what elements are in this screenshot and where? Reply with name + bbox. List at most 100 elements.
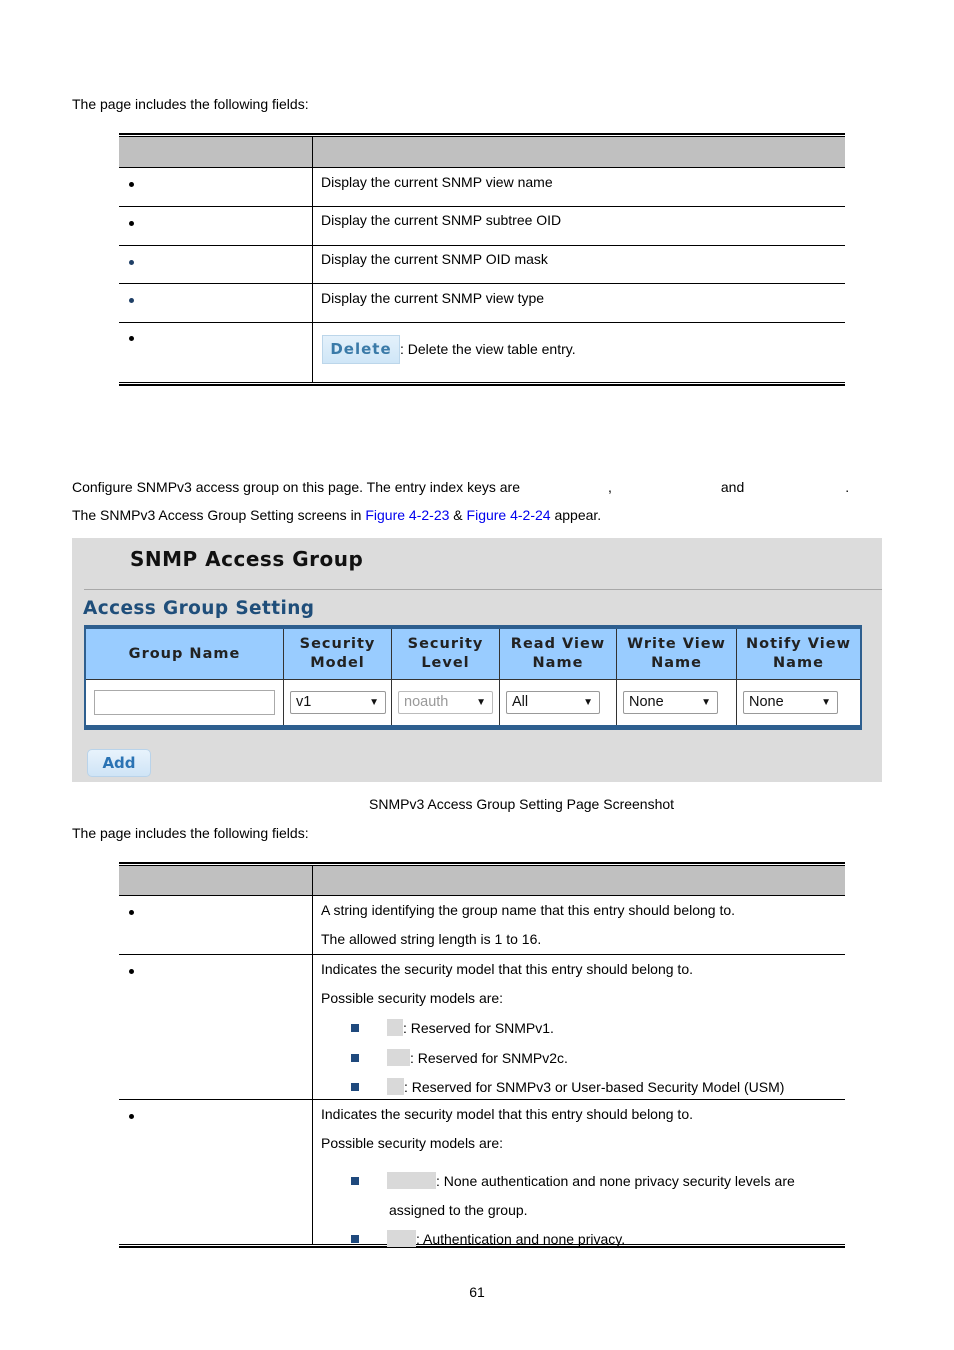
header-security-model: Security Model [284, 629, 392, 679]
header-text: Read View [510, 636, 606, 652]
header-object [119, 137, 313, 167]
list-item: : Reserved for SNMPv1. [321, 1019, 845, 1037]
table-row: Display the current SNMP OID mask [119, 246, 845, 284]
redacted-term [387, 1078, 404, 1095]
header-text: Security [299, 636, 376, 652]
bullet-icon [129, 182, 134, 187]
group-name-input[interactable] [94, 690, 275, 715]
header-text: Name [773, 655, 824, 671]
bullet-icon [129, 1114, 134, 1119]
dropdown-arrow-icon: ▼ [821, 697, 831, 708]
read-view-select[interactable]: All ▼ [506, 691, 600, 714]
row-description: Possible security models are: [321, 1135, 504, 1151]
table-row: v1 ▼ noauth ▼ All ▼ None ▼ None ▼ [86, 680, 860, 725]
and-text: and [720, 479, 745, 495]
header-security-level: Security Level [392, 629, 500, 679]
square-bullet-icon [351, 1177, 359, 1185]
access-group-screenshot: SNMP Access Group Access Group Setting G… [72, 538, 882, 782]
redacted-term [387, 1230, 416, 1247]
figure-link-1[interactable]: Figure 4-2-23 [365, 507, 449, 523]
intro-text-2: The page includes the following fields: [72, 825, 309, 841]
item-text: : Reserved for SNMPv1. [403, 1020, 554, 1036]
redacted-term [387, 1019, 403, 1036]
item-text: : Reserved for SNMPv2c. [410, 1050, 568, 1066]
list-item: : None authentication and none privacy s… [321, 1172, 845, 1190]
bullet-icon [129, 221, 134, 226]
select-value: noauth [404, 694, 449, 710]
square-bullet-icon [351, 1083, 359, 1091]
row-description: Display the current SNMP view type [321, 290, 545, 306]
header-text: Group Name [128, 645, 241, 662]
redacted-term [387, 1172, 436, 1189]
header-text: Security [407, 636, 484, 652]
header-description [313, 866, 845, 895]
view-fields-table: Display the current SNMP view name Displ… [119, 133, 845, 386]
row-description: Display the current SNMP subtree OID [321, 212, 562, 228]
item-text: : Authentication and none privacy. [416, 1231, 626, 1247]
item-text-continuation: assigned to the group. [389, 1202, 528, 1218]
row-description: Indicates the security model that this e… [321, 1106, 693, 1122]
figure-caption: SNMPv3 Access Group Setting Page Screens… [369, 796, 675, 812]
table-row: A string identifying the group name that… [119, 896, 845, 955]
divider [84, 589, 882, 590]
security-model-select[interactable]: v1 ▼ [290, 691, 386, 714]
redacted-term [387, 1049, 410, 1066]
row-description: Indicates the security model that this e… [321, 961, 693, 977]
dropdown-arrow-icon: ▼ [701, 697, 711, 708]
notify-view-select[interactable]: None ▼ [743, 691, 838, 714]
table-row: Display the current SNMP subtree OID [119, 207, 845, 246]
square-bullet-icon [351, 1024, 359, 1032]
intro-text-1: The page includes the following fields: [72, 96, 309, 112]
row-description: Display the current SNMP OID mask [321, 251, 548, 267]
header-text: Notify View [746, 636, 851, 652]
table-header [119, 137, 845, 168]
table-row: Indicates the security model that this e… [119, 955, 845, 1100]
appear-text: appear. [550, 507, 602, 523]
security-level-select[interactable]: noauth ▼ [398, 691, 493, 714]
description-text: Configure SNMPv3 access group on this pa… [72, 479, 520, 495]
select-value: None [749, 694, 784, 710]
header-text: Level [421, 655, 470, 671]
header-text: Name [532, 655, 584, 671]
section-subtitle: Access Group Setting [83, 598, 315, 619]
select-value: All [512, 694, 529, 710]
table-header [119, 866, 845, 896]
item-text: : None authentication and none privacy s… [436, 1173, 795, 1189]
list-item: : Reserved for SNMPv3 or User-based Secu… [321, 1078, 845, 1096]
row-description: A string identifying the group name that… [321, 902, 736, 918]
figure-link-2[interactable]: Figure 4-2-24 [467, 507, 551, 523]
row-description: The allowed string length is 1 to 16. [321, 931, 542, 947]
header-read-view-name: Read View Name [500, 629, 617, 679]
bullet-icon [129, 336, 134, 341]
figure-reference: The SNMPv3 Access Group Setting screens … [72, 507, 601, 524]
square-bullet-icon [351, 1235, 359, 1243]
bullet-icon [129, 910, 134, 915]
header-notify-view-name: Notify View Name [737, 629, 860, 679]
ampersand-text: & [449, 507, 467, 523]
header-description [313, 137, 845, 167]
header-object [119, 866, 313, 895]
list-item: : Reserved for SNMPv2c. [321, 1049, 845, 1067]
row-description: Display the current SNMP view name [321, 174, 553, 190]
item-text: : Reserved for SNMPv3 or User-based Secu… [404, 1079, 785, 1095]
dropdown-arrow-icon: ▼ [583, 697, 593, 708]
period-text: . [845, 479, 850, 495]
add-button[interactable]: Add [87, 749, 151, 777]
write-view-select[interactable]: None ▼ [623, 691, 718, 714]
section-description: Configure SNMPv3 access group on this pa… [72, 479, 849, 496]
reference-text: The SNMPv3 Access Group Setting screens … [72, 507, 366, 523]
header-group-name: Group Name [86, 629, 284, 679]
group-fields-table: A string identifying the group name that… [119, 862, 845, 1248]
table-row: Display the current SNMP view name [119, 168, 845, 207]
square-bullet-icon [351, 1054, 359, 1062]
list-item: : Authentication and none privacy. [321, 1230, 845, 1248]
comma-text: , [607, 479, 612, 495]
select-value: v1 [296, 694, 312, 710]
header-write-view-name: Write View Name [617, 629, 737, 679]
table-header: Group Name Security Model Security Level R… [86, 629, 860, 680]
header-text: Write View [627, 636, 726, 652]
bullet-icon [129, 260, 134, 265]
panel-title: SNMP Access Group [130, 547, 364, 571]
row-description: Possible security models are: [321, 990, 504, 1006]
table-row: Indicates the security model that this e… [119, 1100, 845, 1247]
